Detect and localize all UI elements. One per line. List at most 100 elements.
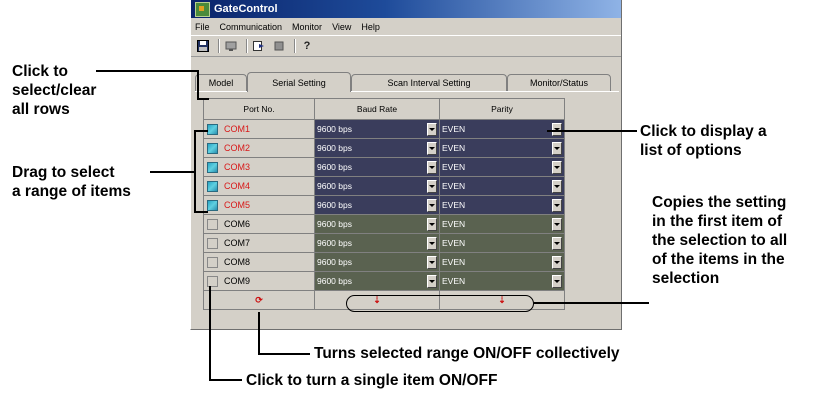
baud-rate-cell[interactable]: 9600 bps bbox=[314, 138, 440, 158]
header-row: Port No. Baud Rate Parity bbox=[203, 98, 565, 120]
dropdown-arrow-icon[interactable] bbox=[427, 160, 437, 174]
parity-value: EVEN bbox=[442, 276, 466, 286]
baud-rate-cell[interactable]: 9600 bps bbox=[314, 176, 440, 196]
dropdown-arrow-icon[interactable] bbox=[427, 141, 437, 155]
dropdown-arrow-icon[interactable] bbox=[552, 179, 562, 193]
row-checkbox[interactable] bbox=[207, 237, 218, 249]
table-row[interactable]: COM4 9600 bps EVEN bbox=[203, 176, 565, 196]
dropdown-arrow-icon[interactable] bbox=[552, 122, 562, 136]
save-icon[interactable] bbox=[195, 38, 211, 54]
row-checkbox[interactable] bbox=[207, 180, 218, 192]
dropdown-arrow-icon[interactable] bbox=[552, 198, 562, 212]
parity-cell[interactable]: EVEN bbox=[439, 119, 565, 139]
row-checkbox[interactable] bbox=[207, 275, 218, 287]
start-icon[interactable] bbox=[251, 38, 267, 54]
menu-monitor[interactable]: Monitor bbox=[292, 22, 322, 32]
dropdown-arrow-icon[interactable] bbox=[552, 274, 562, 288]
stop-icon[interactable] bbox=[271, 38, 287, 54]
port-label: COM2 bbox=[224, 143, 251, 153]
baud-rate-value: 9600 bps bbox=[317, 124, 352, 134]
dropdown-arrow-icon[interactable] bbox=[427, 217, 437, 231]
table-row[interactable]: COM8 9600 bps EVEN bbox=[203, 252, 565, 272]
annotation-drag-select: Drag to select a range of items bbox=[12, 163, 131, 201]
port-cell[interactable]: COM8 bbox=[203, 252, 315, 272]
menu-view[interactable]: View bbox=[332, 22, 351, 32]
row-checkbox[interactable] bbox=[207, 218, 218, 230]
dropdown-arrow-icon[interactable] bbox=[552, 255, 562, 269]
baud-rate-cell[interactable]: 9600 bps bbox=[314, 252, 440, 272]
port-cell[interactable]: COM7 bbox=[203, 233, 315, 253]
annotation-line: selection bbox=[652, 270, 720, 287]
port-cell[interactable]: COM5 bbox=[203, 195, 315, 215]
parity-cell[interactable]: EVEN bbox=[439, 233, 565, 253]
parity-cell[interactable]: EVEN bbox=[439, 176, 565, 196]
header-baud-rate[interactable]: Baud Rate bbox=[314, 98, 440, 120]
menu-communication[interactable]: Communication bbox=[220, 22, 283, 32]
parity-value: EVEN bbox=[442, 143, 466, 153]
tab-monitor-status[interactable]: Monitor/Status bbox=[507, 74, 611, 91]
tab-model[interactable]: Model bbox=[195, 74, 247, 91]
row-checkbox[interactable] bbox=[207, 161, 218, 173]
tab-serial-setting[interactable]: Serial Setting bbox=[247, 72, 351, 92]
port-cell[interactable]: COM9 bbox=[203, 271, 315, 291]
row-checkbox[interactable] bbox=[207, 199, 218, 211]
toggle-range-button[interactable]: ⟳ bbox=[203, 290, 315, 310]
table-row[interactable]: COM2 9600 bps EVEN bbox=[203, 138, 565, 158]
parity-cell[interactable]: EVEN bbox=[439, 195, 565, 215]
menu-help[interactable]: Help bbox=[361, 22, 380, 32]
baud-rate-cell[interactable]: 9600 bps bbox=[314, 195, 440, 215]
table-row[interactable]: COM3 9600 bps EVEN bbox=[203, 157, 565, 177]
leader-line bbox=[96, 70, 198, 72]
parity-value: EVEN bbox=[442, 181, 466, 191]
leader-line bbox=[194, 130, 208, 132]
dropdown-arrow-icon[interactable] bbox=[427, 274, 437, 288]
port-cell[interactable]: COM6 bbox=[203, 214, 315, 234]
baud-rate-cell[interactable]: 9600 bps bbox=[314, 119, 440, 139]
parity-cell[interactable]: EVEN bbox=[439, 271, 565, 291]
port-cell[interactable]: COM3 bbox=[203, 157, 315, 177]
parity-cell[interactable]: EVEN bbox=[439, 214, 565, 234]
dropdown-arrow-icon[interactable] bbox=[552, 160, 562, 174]
row-checkbox[interactable] bbox=[207, 142, 218, 154]
parity-cell[interactable]: EVEN bbox=[439, 252, 565, 272]
port-cell[interactable]: COM4 bbox=[203, 176, 315, 196]
row-checkbox[interactable] bbox=[207, 256, 218, 268]
dropdown-arrow-icon[interactable] bbox=[552, 236, 562, 250]
table-row[interactable]: COM1 9600 bps EVEN bbox=[203, 119, 565, 139]
parity-cell[interactable]: EVEN bbox=[439, 138, 565, 158]
leader-line bbox=[209, 379, 242, 381]
port-cell[interactable]: COM2 bbox=[203, 138, 315, 158]
baud-rate-cell[interactable]: 9600 bps bbox=[314, 271, 440, 291]
header-parity[interactable]: Parity bbox=[439, 98, 565, 120]
port-cell[interactable]: COM1 bbox=[203, 119, 315, 139]
menu-file[interactable]: File bbox=[195, 22, 210, 32]
table-row[interactable]: COM6 9600 bps EVEN bbox=[203, 214, 565, 234]
row-checkbox[interactable] bbox=[207, 123, 218, 135]
copy-buttons-highlight bbox=[346, 295, 534, 312]
gatecontrol-window: GateControl File Communication Monitor V… bbox=[190, 0, 622, 330]
port-label: COM4 bbox=[224, 181, 251, 191]
port-label: COM7 bbox=[224, 238, 251, 248]
dropdown-arrow-icon[interactable] bbox=[427, 198, 437, 212]
header-port-no[interactable]: Port No. bbox=[203, 98, 315, 120]
baud-rate-cell[interactable]: 9600 bps bbox=[314, 214, 440, 234]
grid-body: COM1 9600 bps EVEN COM2 9600 bps EVEN COM3 9600… bbox=[203, 119, 565, 291]
dropdown-arrow-icon[interactable] bbox=[427, 236, 437, 250]
table-row[interactable]: COM9 9600 bps EVEN bbox=[203, 271, 565, 291]
dropdown-arrow-icon[interactable] bbox=[427, 255, 437, 269]
leader-line bbox=[258, 312, 260, 354]
parity-value: EVEN bbox=[442, 257, 466, 267]
dropdown-arrow-icon[interactable] bbox=[552, 217, 562, 231]
dropdown-arrow-icon[interactable] bbox=[552, 141, 562, 155]
parity-cell[interactable]: EVEN bbox=[439, 157, 565, 177]
port-icon[interactable] bbox=[223, 38, 239, 54]
baud-rate-cell[interactable]: 9600 bps bbox=[314, 157, 440, 177]
table-row[interactable]: COM7 9600 bps EVEN bbox=[203, 233, 565, 253]
tab-scan-interval-setting[interactable]: Scan Interval Setting bbox=[351, 74, 507, 91]
dropdown-arrow-icon[interactable] bbox=[427, 122, 437, 136]
help-icon[interactable]: ? bbox=[299, 38, 315, 54]
dropdown-arrow-icon[interactable] bbox=[427, 179, 437, 193]
table-row[interactable]: COM5 9600 bps EVEN bbox=[203, 195, 565, 215]
parity-value: EVEN bbox=[442, 219, 466, 229]
baud-rate-cell[interactable]: 9600 bps bbox=[314, 233, 440, 253]
